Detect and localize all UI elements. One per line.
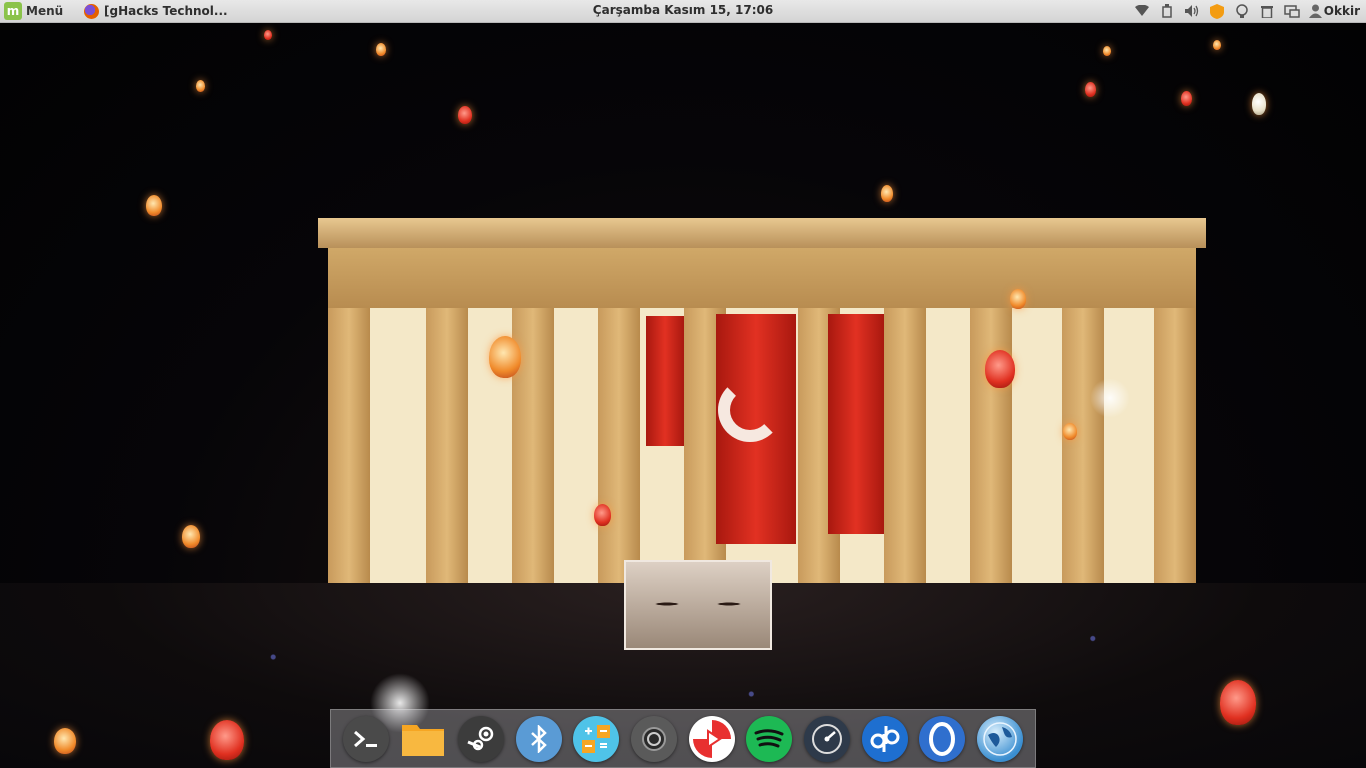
files-launcher[interactable] [400, 716, 446, 762]
popcorn-launcher[interactable] [688, 715, 735, 762]
lantern [985, 350, 1015, 388]
lantern [1010, 289, 1026, 309]
usb-drive-icon[interactable] [1159, 3, 1175, 19]
lantern [1252, 93, 1266, 115]
lantern [1213, 40, 1221, 50]
globe-icon [983, 721, 1017, 756]
webcam-launcher[interactable] [631, 715, 678, 762]
opera-icon [929, 721, 956, 756]
portrait-eyes [636, 592, 760, 616]
popcorn-icon [692, 719, 731, 758]
window-title: [gHacks Technol... [104, 4, 228, 18]
lantern [458, 106, 472, 124]
bluetooth-launcher[interactable] [515, 715, 562, 762]
column [328, 308, 370, 583]
qbittorrent-launcher[interactable] [861, 715, 908, 762]
frieze [328, 248, 1196, 308]
linux-mint-icon: m [4, 2, 22, 20]
lantern [1220, 680, 1256, 725]
user-name: Okkir [1323, 4, 1360, 18]
desktop[interactable] [0, 23, 1366, 768]
spotify-launcher[interactable] [746, 715, 793, 762]
column [1154, 308, 1196, 583]
flag-crescent [718, 378, 782, 442]
column [598, 308, 640, 583]
lantern [146, 195, 162, 216]
lantern [54, 728, 76, 754]
column [884, 308, 926, 583]
spotify-icon [754, 728, 784, 747]
lantern [264, 30, 272, 40]
lantern [489, 336, 521, 378]
lantern [210, 720, 244, 760]
volume-icon[interactable] [1184, 3, 1200, 19]
mausoleum [318, 218, 1206, 583]
top-panel: m Menü [gHacks Technol... Çarşamba Kasım… [0, 0, 1366, 23]
taskbar-window-button[interactable]: [gHacks Technol... [84, 1, 228, 21]
lantern [1063, 423, 1077, 440]
terminal-launcher[interactable] [342, 715, 389, 762]
menu-button[interactable]: m Menü [4, 2, 63, 20]
cornice [318, 218, 1206, 248]
camera-icon [642, 726, 667, 751]
bluetooth-icon [530, 724, 547, 753]
steam-icon [467, 726, 494, 750]
lightbulb-icon[interactable] [1234, 3, 1250, 19]
terminal-icon [353, 730, 377, 747]
column [970, 308, 1012, 583]
clock-text[interactable]: Çarşamba Kasım 15, 17:06 [593, 3, 773, 17]
earth-launcher[interactable] [977, 715, 1024, 762]
lantern [881, 185, 893, 202]
trash-icon[interactable] [1259, 3, 1275, 19]
lantern [376, 43, 386, 56]
display-icon[interactable] [1284, 3, 1300, 19]
lantern [1103, 46, 1111, 56]
opera-launcher[interactable] [919, 715, 966, 762]
lantern [196, 80, 205, 92]
qbittorrent-icon [870, 725, 900, 752]
firefox-icon [84, 3, 99, 19]
steam-launcher[interactable] [458, 715, 505, 762]
column [426, 308, 468, 583]
calculator-launcher[interactable] [573, 715, 620, 762]
user-icon [1308, 4, 1322, 18]
lantern [1181, 91, 1192, 106]
lantern [1085, 82, 1096, 97]
speedometer-icon [812, 723, 843, 754]
column [1062, 308, 1104, 583]
flag-drape [646, 316, 684, 446]
menu-label: Menü [26, 4, 64, 18]
wifi-icon[interactable] [1134, 3, 1150, 19]
portrait-banner [624, 560, 772, 650]
update-shield-icon[interactable] [1209, 3, 1225, 19]
system-tray: Okkir [1134, 2, 1360, 20]
folder-icon [402, 724, 445, 756]
dock [330, 709, 1036, 768]
flag-drape [828, 314, 884, 534]
calculator-icon [582, 724, 611, 753]
lantern [594, 504, 611, 526]
light-glow [1090, 378, 1130, 418]
lantern [182, 525, 200, 548]
system-monitor-launcher[interactable] [804, 715, 851, 762]
user-applet[interactable]: Okkir [1308, 4, 1360, 18]
